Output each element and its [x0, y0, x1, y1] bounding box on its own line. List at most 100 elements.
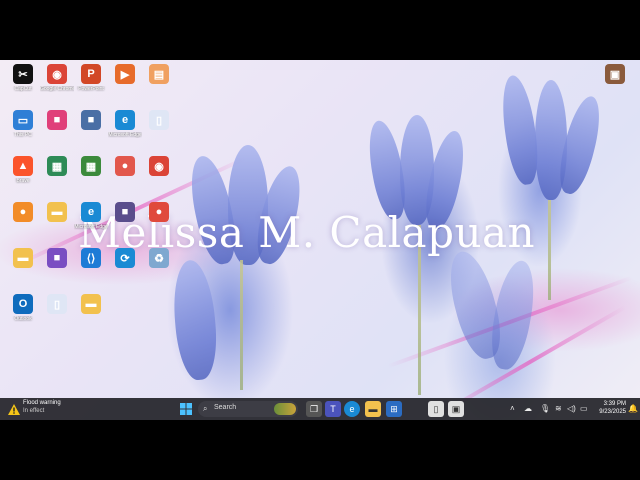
desktop-icon[interactable]: ■ [74, 110, 108, 132]
chrome-icon-2: ◉ [149, 156, 169, 176]
desktop-icon[interactable]: ✂ CapCut [6, 64, 40, 92]
folder-icon: ▬ [47, 202, 67, 222]
chevron-up-icon[interactable]: ˄ [510, 404, 515, 413]
desktop-icon[interactable]: ● [142, 202, 176, 224]
folder-icon: ▬ [368, 404, 378, 414]
clock-time: 3:39 PM [603, 401, 626, 407]
wallpaper-stem [548, 200, 551, 300]
edge-icon: e [115, 110, 135, 130]
desktop-icon[interactable]: P PowerPoint [74, 64, 108, 92]
this-pc-icon: ▭ [13, 110, 33, 130]
desktop-icon[interactable]: ■ [108, 202, 142, 224]
wifi-icon[interactable]: ≋ [555, 404, 562, 413]
desktop-icon[interactable]: ▣ [598, 64, 632, 86]
file-icon: ▯ [149, 110, 169, 130]
app-taskbar-button[interactable]: ▯ [428, 401, 444, 417]
recycle-bin-icon: ♻ [149, 248, 169, 268]
onedrive-icon[interactable]: ☁ [524, 404, 532, 413]
taskbar: Flood warning In effect ⌕ Search ❐ T e ▬… [0, 398, 640, 420]
desktop-icon[interactable]: ▲ Brave [6, 156, 40, 184]
file-icon-2: ▯ [47, 294, 67, 314]
desktop-icon[interactable]: O Outlook [6, 294, 40, 322]
battery-icon[interactable]: ▭ [580, 404, 588, 413]
clock-date: 9/23/2025 [599, 409, 626, 415]
clock[interactable]: 3:39 PM 9/23/2025 [592, 400, 626, 416]
brave-icon: ▲ [13, 156, 33, 176]
desktop-icon[interactable]: ▬ [6, 248, 40, 270]
desktop-icon-label: Brave [16, 178, 30, 184]
task-view-icon: ❐ [309, 403, 319, 414]
start-button[interactable] [178, 401, 194, 417]
folder-icon-2: ▬ [13, 248, 33, 268]
capcut-icon: ✂ [13, 64, 33, 84]
powerpoint-icon: P [81, 64, 101, 84]
search-label: Search [214, 404, 237, 411]
task-view-button[interactable]: ❐ [306, 401, 322, 417]
desktop-icon[interactable]: ▦ [74, 156, 108, 178]
file-explorer-button[interactable]: ▬ [365, 401, 381, 417]
desktop-icon[interactable]: ▦ [40, 156, 74, 178]
microphone-icon[interactable]: 🎙 [540, 404, 550, 413]
wallpaper-flower [169, 258, 221, 382]
app-icon-9: ■ [47, 248, 67, 268]
search-icon: ⌕ [203, 404, 208, 413]
desktop-icon-label: This PC [14, 132, 32, 138]
desktop-icon[interactable]: ■ [40, 110, 74, 132]
desktop-icon-label: Google Chrome [40, 86, 74, 92]
desktop-icon[interactable]: ▬ [40, 202, 74, 224]
weather-subtitle: In effect [23, 408, 45, 414]
windows-logo-icon [180, 403, 192, 415]
desktop-icon[interactable]: ▯ [142, 110, 176, 132]
vscode-icon: ⟨⟩ [81, 248, 101, 268]
chrome-icon: ◉ [47, 64, 67, 84]
app-icon-5: ● [115, 156, 135, 176]
folder-icon-3: ▬ [81, 294, 101, 314]
desktop-icon[interactable]: ▶ [108, 64, 142, 86]
desktop-icon-label: Outlook [14, 316, 32, 322]
desktop-icon[interactable]: ▬ [74, 294, 108, 316]
desktop-icon[interactable]: ▭ This PC [6, 110, 40, 138]
app-icon-6: ● [13, 202, 33, 222]
desktop-icon[interactable]: ◉ [142, 156, 176, 178]
media-player-icon: ▶ [115, 64, 135, 84]
desktop-icon-label: CapCut [14, 86, 32, 92]
app-icon: ▣ [451, 403, 461, 414]
desktop-icon[interactable]: ■ [40, 248, 74, 270]
shortcut-icon: ▤ [149, 64, 169, 84]
store-icon: ⊞ [390, 403, 398, 414]
weather-title: Flood warning [23, 400, 61, 406]
desktop-icon[interactable]: ⟳ [108, 248, 142, 270]
desktop-icon[interactable]: ⟨⟩ [74, 248, 108, 270]
volume-icon[interactable]: ◁) [567, 404, 576, 413]
edge-icon-2: e [81, 202, 101, 222]
desktop-icon[interactable]: ● [108, 156, 142, 178]
desktop-icon[interactable]: ♻ [142, 248, 176, 270]
app-icon-8: ● [149, 202, 169, 222]
search-box[interactable]: ⌕ Search [198, 401, 298, 417]
app-icon: ■ [47, 110, 67, 130]
desktop-icon[interactable]: e Microsoft Edge [108, 110, 142, 138]
desktop-icon[interactable]: e Microsoft Edge [74, 202, 108, 230]
app-icon-10: ⟳ [115, 248, 135, 268]
notification-icon[interactable]: 🔔 [628, 404, 638, 413]
desktop-icon-label: Microsoft Edge [108, 132, 142, 138]
app-icon-3: ▦ [47, 156, 67, 176]
teams-icon: T [330, 404, 336, 414]
user-file-icon: ▣ [605, 64, 625, 84]
desktop-icon-label: Microsoft Edge [74, 224, 108, 230]
desktop-icon-label: PowerPoint [78, 86, 104, 92]
desktop: Melissa M. Calapuan ✂ CapCut ◉ Google Chrom… [0, 60, 640, 420]
desktop-icon[interactable]: ▤ [142, 64, 176, 86]
desktop-icon[interactable]: ◉ Google Chrome [40, 64, 74, 92]
edge-icon: e [349, 404, 355, 414]
wallpaper-stem [240, 260, 243, 390]
warning-icon [8, 402, 20, 415]
app-icon-4: ▦ [81, 156, 101, 176]
teams-button[interactable]: T [325, 401, 341, 417]
desktop-icon[interactable]: ▯ [40, 294, 74, 316]
store-button[interactable]: ⊞ [386, 401, 402, 417]
app-taskbar-button-2[interactable]: ▣ [448, 401, 464, 417]
outlook-icon: O [13, 294, 33, 314]
desktop-icon[interactable]: ● [6, 202, 40, 224]
edge-taskbar-button[interactable]: e [344, 401, 360, 417]
